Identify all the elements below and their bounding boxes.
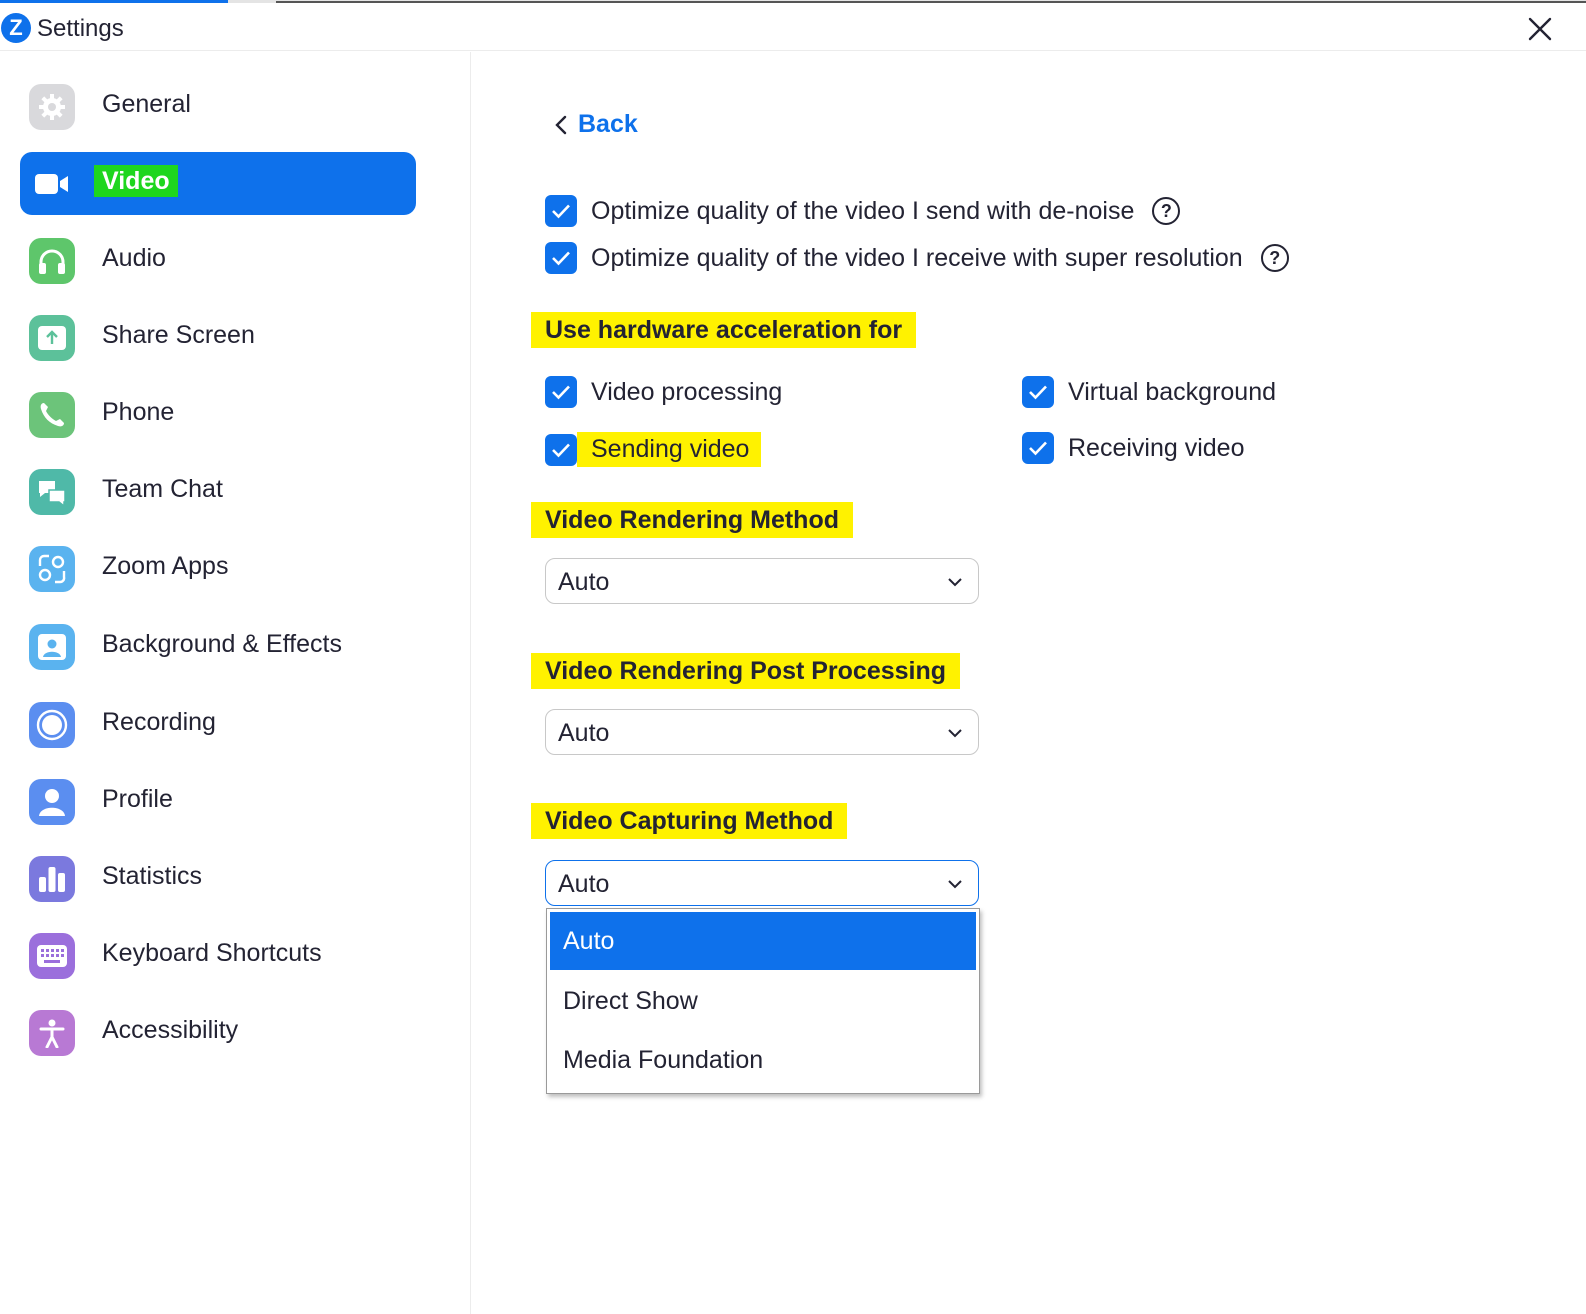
capturing-method-heading: Video Capturing Method bbox=[531, 803, 848, 839]
capturing-method-value: Auto bbox=[558, 870, 610, 898]
video-camera-icon bbox=[29, 161, 75, 207]
sidebar-item-phone[interactable]: Phone bbox=[20, 383, 416, 446]
sidebar-item-zoom-apps[interactable]: Zoom Apps bbox=[20, 537, 416, 600]
option-denoise: Optimize quality of the video I send wit… bbox=[545, 195, 1181, 227]
video-processing-checkbox[interactable] bbox=[545, 376, 577, 408]
sidebar-item-video[interactable]: Video bbox=[20, 152, 416, 215]
back-label: Back bbox=[578, 110, 638, 138]
checkmark-icon bbox=[552, 385, 570, 400]
receiving-video-checkbox[interactable] bbox=[1022, 432, 1054, 464]
sidebar-item-label: Profile bbox=[102, 785, 173, 813]
help-icon[interactable]: ? bbox=[1260, 244, 1289, 272]
dropdown-option-direct-show[interactable]: Direct Show bbox=[550, 972, 976, 1030]
sidebar-item-label: Video bbox=[94, 165, 178, 197]
dropdown-option-media-foundation[interactable]: Media Foundation bbox=[550, 1031, 976, 1089]
post-processing-value: Auto bbox=[558, 719, 610, 747]
option-virtual-background: Virtual background bbox=[1022, 376, 1276, 408]
sidebar-item-label: Zoom Apps bbox=[102, 552, 229, 580]
sending-video-checkbox[interactable] bbox=[545, 433, 577, 466]
rendering-method-value: Auto bbox=[558, 568, 610, 596]
capturing-method-select[interactable]: Auto bbox=[545, 860, 979, 906]
sidebar-item-label: General bbox=[102, 90, 191, 118]
option-video-processing: Video processing bbox=[545, 376, 782, 408]
sidebar-item-audio[interactable]: Audio bbox=[20, 229, 416, 292]
post-processing-select[interactable]: Auto bbox=[545, 709, 979, 755]
dropdown-option-auto[interactable]: Auto bbox=[550, 912, 976, 970]
zoom-logo-icon: Z bbox=[1, 13, 31, 43]
share-screen-icon bbox=[29, 315, 75, 361]
option-super-resolution: Optimize quality of the video I receive … bbox=[545, 242, 1289, 274]
sidebar-item-label: Share Screen bbox=[102, 321, 255, 349]
accessibility-icon bbox=[29, 1010, 75, 1056]
back-button[interactable]: Back bbox=[554, 110, 638, 139]
capturing-method-dropdown: Auto Direct Show Media Foundation bbox=[546, 908, 980, 1094]
option-sending-video: Sending video bbox=[545, 432, 762, 467]
hw-accel-heading: Use hardware acceleration for bbox=[531, 312, 917, 348]
close-button[interactable] bbox=[1522, 11, 1558, 47]
checkmark-icon bbox=[552, 443, 570, 457]
sending-video-label: Sending video bbox=[577, 432, 762, 467]
profile-icon bbox=[29, 779, 75, 825]
background-icon bbox=[29, 624, 75, 670]
sidebar-item-recording[interactable]: Recording bbox=[20, 693, 416, 756]
virtual-background-label: Virtual background bbox=[1068, 377, 1277, 406]
sidebar-item-statistics[interactable]: Statistics bbox=[20, 847, 416, 910]
checkmark-icon bbox=[1029, 385, 1047, 400]
sidebar-item-label: Phone bbox=[102, 398, 175, 426]
sidebar-item-label: Background & Effects bbox=[102, 630, 342, 658]
sidebar-item-background-effects[interactable]: Background & Effects bbox=[20, 615, 416, 678]
post-processing-heading: Video Rendering Post Processing bbox=[531, 653, 961, 689]
video-settings-panel: Back Optimize quality of the video I sen… bbox=[472, 52, 1586, 1314]
virtual-background-checkbox[interactable] bbox=[1022, 376, 1054, 408]
super-resolution-label: Optimize quality of the video I receive … bbox=[591, 243, 1243, 272]
close-icon bbox=[1528, 17, 1552, 41]
rendering-method-select[interactable]: Auto bbox=[545, 558, 979, 604]
phone-icon bbox=[29, 392, 75, 438]
recording-icon bbox=[29, 702, 75, 748]
chevron-left-icon bbox=[555, 115, 567, 134]
chevron-down-icon bbox=[948, 578, 962, 587]
keyboard-icon bbox=[29, 933, 75, 979]
checkmark-icon bbox=[1029, 441, 1047, 456]
chevron-down-icon bbox=[948, 880, 962, 889]
chevron-down-icon bbox=[948, 729, 962, 738]
receiving-video-label: Receiving video bbox=[1068, 433, 1245, 462]
statistics-icon bbox=[29, 856, 75, 902]
sidebar-item-label: Recording bbox=[102, 708, 216, 736]
headphones-icon bbox=[29, 238, 75, 284]
sidebar-item-keyboard-shortcuts[interactable]: Keyboard Shortcuts bbox=[20, 924, 416, 987]
sidebar-item-share-screen[interactable]: Share Screen bbox=[20, 306, 416, 369]
checkmark-icon bbox=[552, 251, 570, 266]
sidebar-item-label: Team Chat bbox=[102, 475, 223, 503]
gear-icon bbox=[29, 84, 75, 130]
sidebar-item-team-chat[interactable]: Team Chat bbox=[20, 460, 416, 523]
sidebar-item-general[interactable]: General bbox=[20, 75, 416, 138]
settings-sidebar: General Video Audio Share Screen Phone T… bbox=[0, 52, 471, 1314]
sidebar-item-profile[interactable]: Profile bbox=[20, 770, 416, 833]
chat-icon bbox=[29, 469, 75, 515]
window-title: Settings bbox=[37, 15, 124, 42]
sidebar-item-label: Audio bbox=[102, 244, 166, 272]
option-receiving-video: Receiving video bbox=[1022, 432, 1245, 464]
help-icon[interactable]: ? bbox=[1152, 197, 1181, 225]
denoise-label: Optimize quality of the video I send wit… bbox=[591, 196, 1135, 225]
checkmark-icon bbox=[552, 204, 570, 219]
denoise-checkbox[interactable] bbox=[545, 195, 577, 227]
sidebar-item-accessibility[interactable]: Accessibility bbox=[20, 1001, 416, 1064]
sidebar-item-label: Keyboard Shortcuts bbox=[102, 939, 322, 967]
rendering-method-heading: Video Rendering Method bbox=[531, 502, 853, 538]
sidebar-item-label: Accessibility bbox=[102, 1016, 239, 1044]
super-resolution-checkbox[interactable] bbox=[545, 242, 577, 274]
apps-icon bbox=[29, 546, 75, 592]
sidebar-item-label: Statistics bbox=[102, 862, 203, 890]
video-processing-label: Video processing bbox=[591, 377, 783, 406]
title-bar: Z Settings bbox=[0, 3, 1586, 51]
